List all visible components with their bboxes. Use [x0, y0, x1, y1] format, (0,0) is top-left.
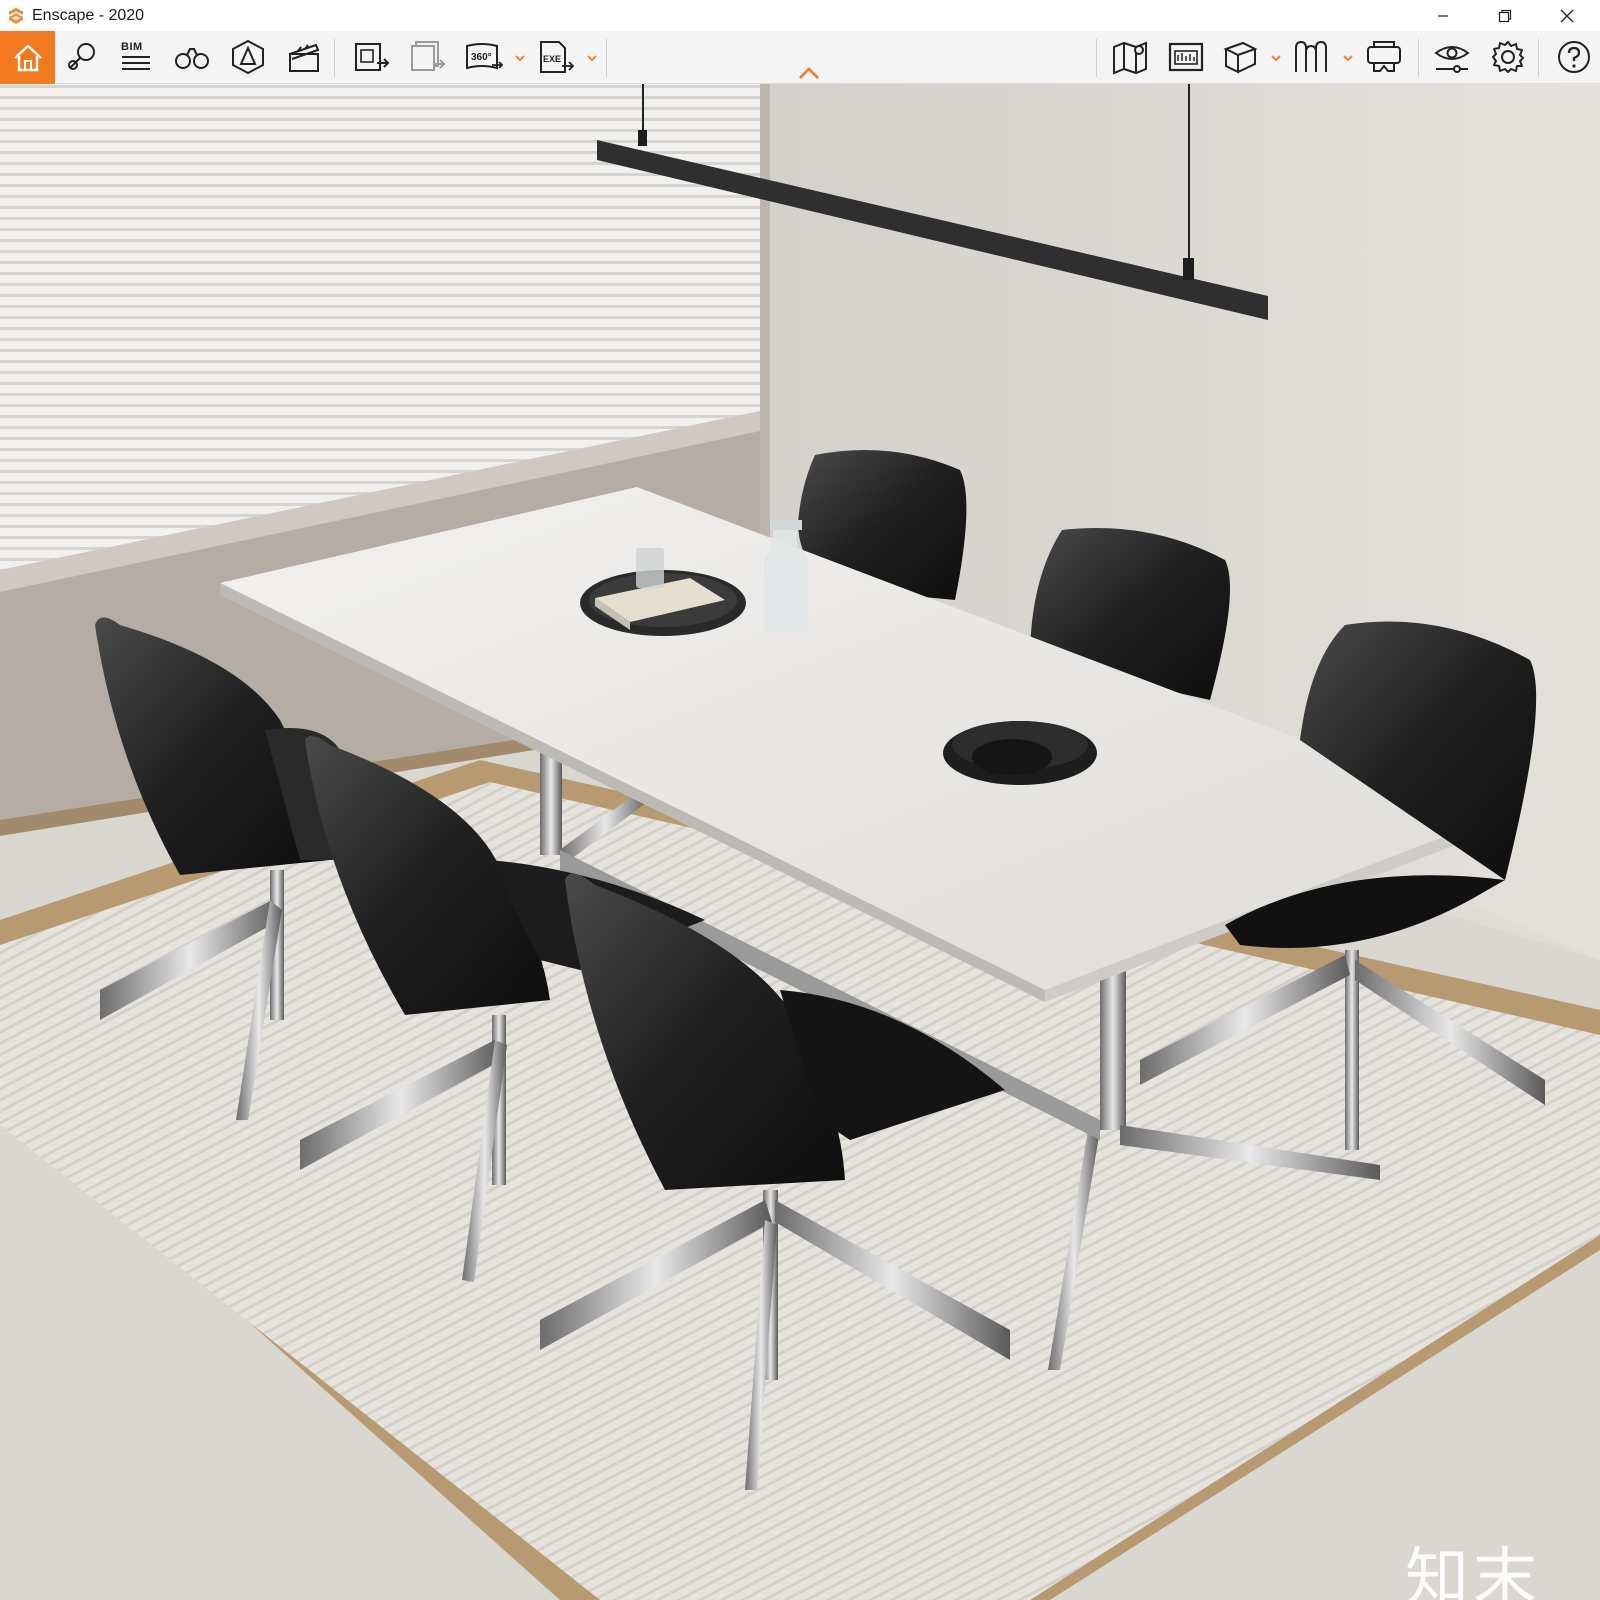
cube-view-dropdown[interactable]: [1270, 53, 1282, 63]
collapse-toolbar-arrow[interactable]: [798, 66, 820, 80]
batch-render-icon: [411, 41, 446, 71]
chevron-down-icon: [1271, 54, 1281, 61]
export-exe-button[interactable]: EXE: [536, 37, 576, 77]
cube-view-icon: [1223, 41, 1258, 74]
toolbar-separator: [1096, 39, 1097, 77]
video-editor-button[interactable]: [284, 37, 324, 77]
render-360-button[interactable]: 360°: [464, 37, 504, 77]
help-button[interactable]: [1554, 37, 1594, 77]
atmosphere-button[interactable]: [228, 37, 268, 77]
restore-icon: [1498, 9, 1512, 22]
bim-label: BIM: [121, 41, 143, 53]
restore-button[interactable]: [1474, 0, 1536, 31]
batch-render-button[interactable]: [408, 37, 448, 77]
views-button[interactable]: [62, 37, 102, 77]
home-button[interactable]: [0, 31, 55, 84]
minimize-icon: [1438, 14, 1448, 17]
help-icon: [1558, 41, 1590, 73]
render-viewport[interactable]: 知末 ID: 1141838566: [0, 84, 1600, 1600]
svg-text:EXE: EXE: [543, 54, 561, 64]
chevron-down-icon: [515, 54, 525, 61]
dining-room-scene: [0, 84, 1600, 1600]
chevron-down-icon: [1343, 54, 1353, 61]
export-dropdown[interactable]: [586, 53, 598, 63]
walk-mode-button[interactable]: [172, 37, 212, 77]
window-title: Enscape - 2020: [32, 7, 145, 24]
render-360-dropdown[interactable]: [514, 53, 526, 63]
enscape-logo-icon: [9, 8, 23, 24]
binoculars-icon: [175, 48, 209, 69]
material-editor-icon: [1295, 40, 1327, 72]
settings-gear-icon: [1492, 41, 1524, 73]
material-editor-button[interactable]: [1290, 37, 1330, 77]
map-pin-icon: [68, 43, 95, 70]
asset-library-icon: [1168, 42, 1204, 72]
settings-button[interactable]: [1488, 37, 1528, 77]
toolbar-separator: [606, 39, 607, 77]
watermark-logo: 知末: [1405, 1542, 1541, 1600]
toolbar-separator: [334, 39, 335, 77]
chevron-down-icon: [587, 54, 597, 61]
vr-headset-button[interactable]: [1364, 37, 1404, 77]
toolbar-separator: [1538, 39, 1539, 77]
clapperboard-icon: [289, 43, 320, 72]
cube-view-button[interactable]: [1220, 37, 1260, 77]
toolbar-separator: [1418, 39, 1419, 77]
visual-settings-icon: [1434, 46, 1470, 73]
title-bar: Enscape - 2020: [0, 0, 1600, 31]
svg-text:360°: 360°: [471, 52, 492, 63]
close-button[interactable]: [1536, 0, 1598, 31]
minimap-button[interactable]: [1110, 37, 1150, 77]
render-image-button[interactable]: [352, 37, 392, 77]
render-360-icon: 360°: [466, 43, 504, 70]
minimize-button[interactable]: [1412, 0, 1474, 31]
export-exe-icon: EXE: [540, 41, 575, 73]
close-icon: [1560, 9, 1574, 22]
asset-library-button[interactable]: [1166, 37, 1206, 77]
home-icon: [13, 44, 42, 71]
vr-headset-icon: [1367, 41, 1401, 72]
minimap-icon: [1113, 41, 1147, 75]
visual-settings-button[interactable]: [1432, 37, 1472, 77]
atmosphere-icon: [232, 39, 264, 75]
material-editor-dropdown[interactable]: [1342, 53, 1354, 63]
render-image-icon: [355, 43, 390, 71]
